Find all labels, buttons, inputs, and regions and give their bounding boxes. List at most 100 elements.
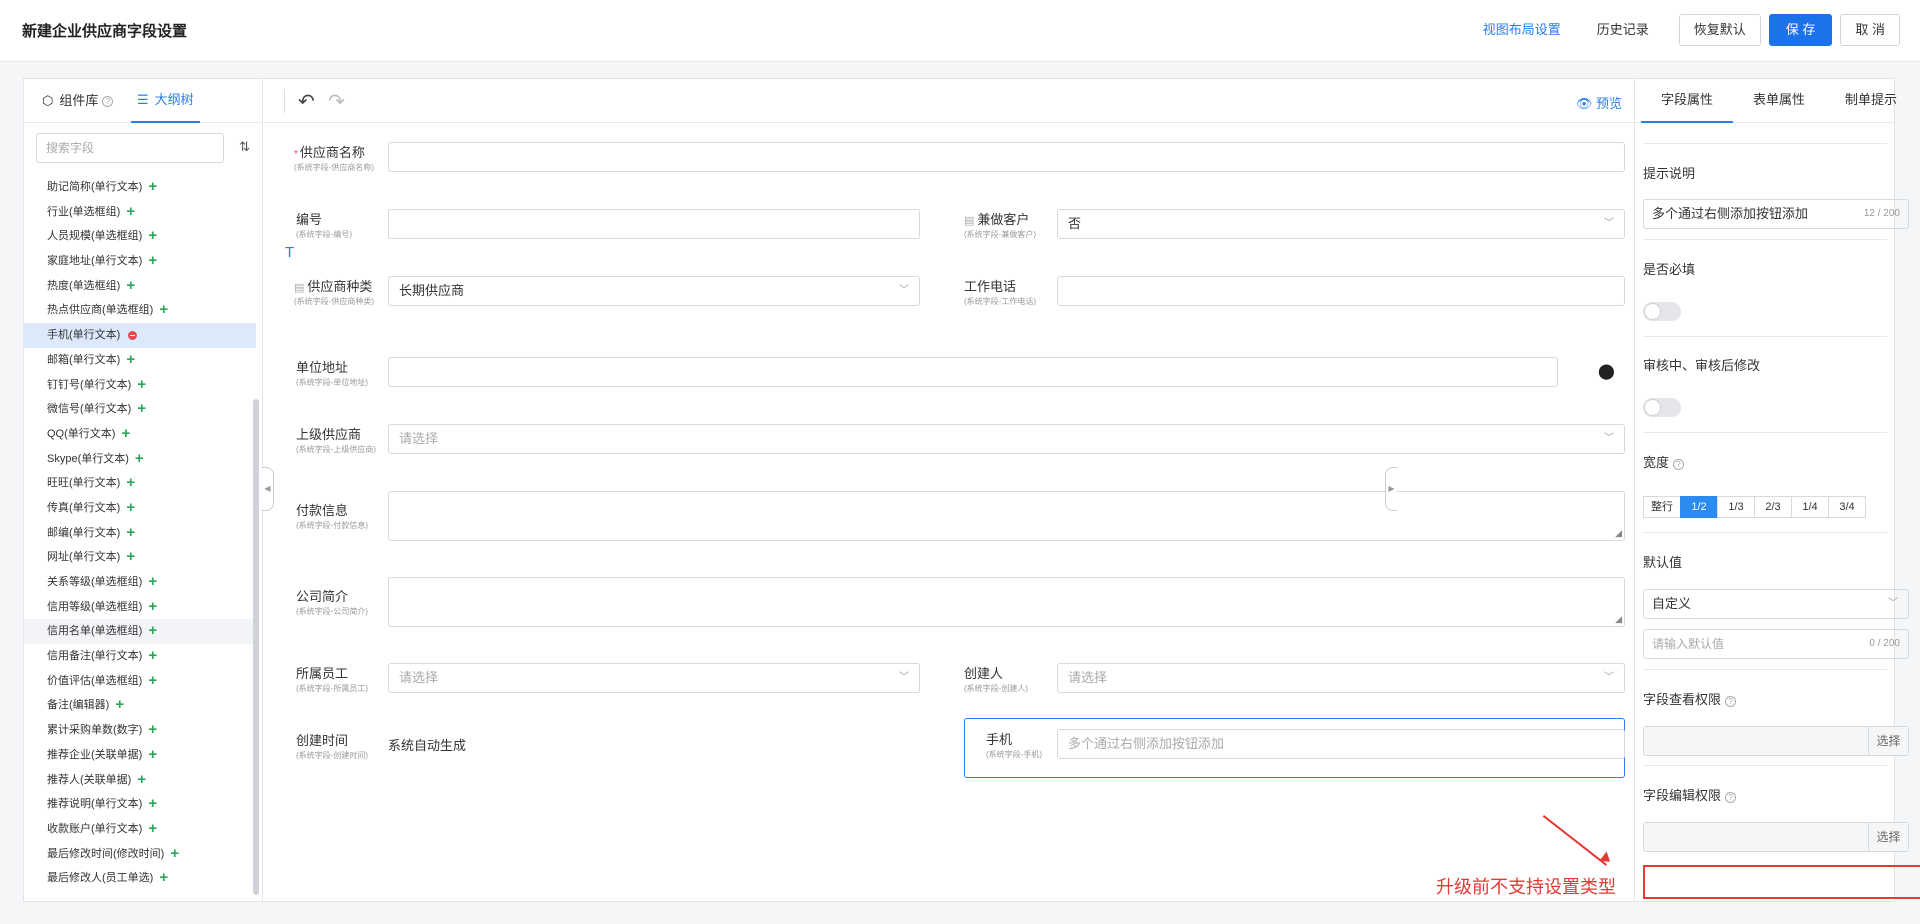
list-item[interactable]: 最后修改时间(修改时间) +: [24, 842, 256, 867]
plus-icon[interactable]: +: [170, 842, 179, 867]
plus-icon[interactable]: +: [159, 866, 168, 891]
text-type-icon[interactable]: T: [285, 244, 294, 261]
code-input[interactable]: [388, 209, 920, 239]
list-item[interactable]: 价值评估(单选框组) +: [24, 669, 256, 694]
help-icon[interactable]: ?: [1725, 696, 1737, 707]
cancel-button[interactable]: 取 消: [1840, 14, 1900, 46]
width-option-three-quarters[interactable]: 3/4: [1828, 496, 1866, 518]
plus-icon[interactable]: +: [148, 669, 157, 694]
list-item[interactable]: 旺旺(单行文本) +: [24, 471, 256, 496]
tab-outline[interactable]: ☰ 大纲树: [131, 79, 200, 123]
plus-icon[interactable]: +: [137, 768, 146, 793]
supplier-type-select[interactable]: 长期供应商 ﹀: [388, 276, 920, 306]
search-input[interactable]: [36, 133, 224, 163]
list-item[interactable]: QQ(单行文本) +: [24, 422, 256, 447]
list-item[interactable]: 行业(单选框组) +: [24, 200, 256, 225]
list-item[interactable]: 推荐说明(单行文本) +: [24, 792, 256, 817]
list-item[interactable]: 累计采购单数(数字) +: [24, 718, 256, 743]
plus-icon[interactable]: +: [135, 447, 144, 472]
location-pin-icon[interactable]: ⬤: [1598, 362, 1615, 380]
list-item[interactable]: Skype(单行文本) +: [24, 447, 256, 472]
save-button[interactable]: 保 存: [1768, 14, 1833, 46]
plus-icon[interactable]: +: [148, 644, 157, 669]
resize-handle-icon[interactable]: ◢: [1615, 614, 1622, 625]
view-layout-link[interactable]: 视图布局设置: [1483, 14, 1561, 46]
plus-icon[interactable]: +: [126, 348, 135, 373]
list-item[interactable]: 信用名单(单选框组) +: [24, 619, 256, 645]
list-item[interactable]: 收款账户(单行文本) +: [24, 817, 256, 842]
edit-after-review-toggle[interactable]: [1643, 398, 1681, 417]
plus-icon[interactable]: +: [159, 298, 168, 323]
list-item[interactable]: 推荐人(关联单据) +: [24, 768, 256, 793]
default-value-input[interactable]: 请输入默认值 0 / 200: [1643, 629, 1909, 659]
employee-select[interactable]: 请选择 ﹀: [388, 663, 920, 693]
list-item[interactable]: 网址(单行文本) +: [24, 545, 256, 570]
list-item-selected[interactable]: 手机(单行文本): [24, 323, 256, 348]
plus-icon[interactable]: +: [148, 743, 157, 768]
edit-permission-field[interactable]: 选择: [1643, 822, 1909, 852]
view-permission-select-button[interactable]: 选择: [1868, 727, 1908, 755]
width-option-half[interactable]: 1/2: [1680, 496, 1718, 518]
plus-icon[interactable]: +: [126, 200, 135, 225]
width-option-quarter[interactable]: 1/4: [1791, 496, 1829, 518]
plus-icon[interactable]: +: [148, 718, 157, 743]
help-icon[interactable]: ?: [102, 95, 114, 107]
list-item[interactable]: 助记简称(单行文本) +: [24, 175, 256, 200]
plus-icon[interactable]: +: [137, 397, 146, 422]
list-item[interactable]: 传真(单行文本) +: [24, 496, 256, 521]
plus-icon[interactable]: +: [148, 619, 157, 644]
hint-input[interactable]: 多个通过右侧添加按钮添加 12 / 200: [1643, 199, 1909, 229]
list-item[interactable]: 推荐企业(关联单据) +: [24, 743, 256, 768]
restore-default-button[interactable]: 恢复默认: [1678, 14, 1761, 46]
plus-icon[interactable]: +: [121, 422, 130, 447]
list-item[interactable]: 信用备注(单行文本) +: [24, 644, 256, 669]
plus-icon[interactable]: +: [148, 570, 157, 595]
payment-info-textarea[interactable]: ◢: [388, 491, 1625, 541]
default-type-select[interactable]: 自定义 ﹀: [1643, 589, 1909, 619]
required-toggle[interactable]: [1643, 302, 1681, 321]
help-icon[interactable]: ?: [1725, 792, 1737, 803]
tab-form-properties[interactable]: 表单属性: [1733, 79, 1825, 123]
width-option-full[interactable]: 整行: [1643, 496, 1681, 518]
plus-icon[interactable]: +: [137, 373, 146, 398]
tab-field-properties[interactable]: 字段属性: [1641, 79, 1733, 123]
plus-icon[interactable]: +: [126, 471, 135, 496]
history-link[interactable]: 历史记录: [1597, 14, 1649, 46]
work-phone-input[interactable]: [1057, 276, 1625, 306]
width-option-two-thirds[interactable]: 2/3: [1754, 496, 1792, 518]
mobile-input[interactable]: 多个通过右侧添加按钮添加: [1057, 729, 1625, 759]
list-item[interactable]: 热点供应商(单选框组) +: [24, 298, 256, 323]
list-item[interactable]: 家庭地址(单行文本) +: [24, 249, 256, 274]
width-option-third[interactable]: 1/3: [1717, 496, 1755, 518]
list-item[interactable]: 人员规模(单选框组) +: [24, 224, 256, 249]
company-intro-textarea[interactable]: ◢: [388, 577, 1625, 627]
plus-icon[interactable]: +: [148, 249, 157, 274]
sort-icon[interactable]: ⇅: [239, 139, 250, 155]
edit-permission-select-button[interactable]: 选择: [1868, 823, 1908, 851]
plus-icon[interactable]: +: [126, 521, 135, 546]
list-item[interactable]: 微信号(单行文本) +: [24, 397, 256, 422]
list-item[interactable]: 备注(编辑器) +: [24, 693, 256, 718]
list-item[interactable]: 信用等级(单选框组) +: [24, 595, 256, 620]
remove-icon[interactable]: [128, 330, 138, 340]
undo-icon[interactable]: ↶: [298, 89, 315, 114]
plus-icon[interactable]: +: [148, 817, 157, 842]
redo-icon[interactable]: ↷: [328, 89, 345, 114]
plus-icon[interactable]: +: [148, 595, 157, 620]
collapse-right-handle[interactable]: ▶: [1385, 467, 1397, 511]
plus-icon[interactable]: +: [148, 175, 157, 200]
plus-icon[interactable]: +: [148, 792, 157, 817]
also-customer-select[interactable]: 否 ﹀: [1057, 209, 1625, 239]
plus-icon[interactable]: +: [115, 693, 124, 718]
list-item[interactable]: 邮箱(单行文本) +: [24, 348, 256, 373]
view-permission-field[interactable]: 选择: [1643, 726, 1909, 756]
plus-icon[interactable]: +: [126, 545, 135, 570]
tab-form-tips[interactable]: 制单提示: [1825, 79, 1917, 123]
plus-icon[interactable]: +: [126, 496, 135, 521]
address-input[interactable]: [388, 357, 1558, 387]
plus-icon[interactable]: +: [148, 224, 157, 249]
list-scrollbar[interactable]: [253, 399, 259, 895]
list-item[interactable]: 邮编(单行文本) +: [24, 521, 256, 546]
plus-icon[interactable]: +: [126, 274, 135, 299]
preview-button[interactable]: 👁 预览: [1576, 93, 1622, 112]
